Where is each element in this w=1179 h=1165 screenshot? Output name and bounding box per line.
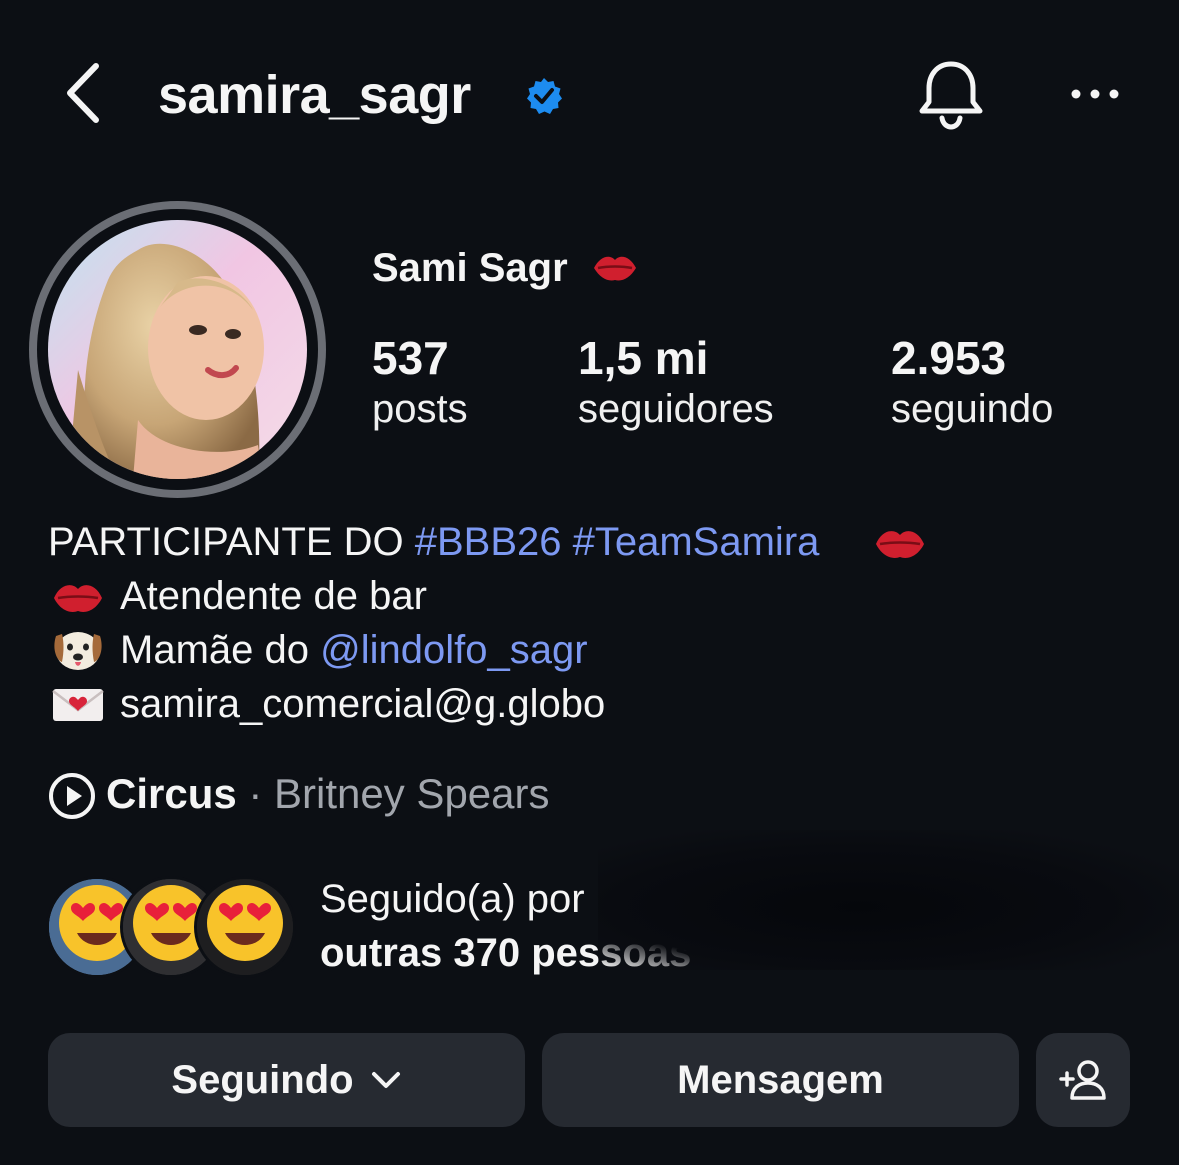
notifications-button[interactable] [915, 58, 987, 132]
stat-posts[interactable]: 537 posts [372, 332, 468, 434]
add-user-icon [1059, 1060, 1106, 1100]
redacted-area [598, 830, 1179, 970]
more-horizontal-icon [1071, 89, 1119, 99]
following-button-label: Seguindo [171, 1057, 354, 1102]
verified-badge-icon [527, 78, 562, 114]
heart-eyes-emoji-icon [197, 879, 293, 975]
chevron-down-icon [371, 1072, 400, 1088]
mutual-follower-avatar[interactable] [194, 876, 296, 978]
bio-line-4[interactable]: samira_comercial@g.globo [120, 678, 605, 730]
mention-lindolfo[interactable]: @lindolfo_sagr [320, 628, 587, 672]
following-button[interactable]: Seguindo [48, 1033, 525, 1127]
message-button-label: Mensagem [677, 1057, 884, 1102]
message-button[interactable]: Mensagem [542, 1033, 1019, 1127]
love-letter-icon [52, 689, 104, 721]
posts-count: 537 [372, 332, 449, 384]
avatar[interactable] [48, 220, 307, 479]
profile-music[interactable]: Circus · Britney Spears [106, 768, 550, 820]
bio-line-2: Atendente de bar [120, 574, 427, 618]
back-button[interactable] [60, 58, 110, 128]
music-artist: Britney Spears [274, 770, 550, 817]
stat-following[interactable]: 2.953 seguindo [891, 332, 1053, 434]
profile-username: samira_sagr [158, 65, 471, 125]
following-label: seguindo [891, 387, 1054, 431]
followers-label: seguidores [578, 387, 774, 431]
kiss-mark-icon [876, 531, 924, 558]
profile-photo [48, 220, 307, 479]
dog-face-icon [54, 632, 102, 670]
bell-icon [919, 61, 983, 130]
music-title: Circus [106, 770, 237, 817]
stat-followers[interactable]: 1,5 mi seguidores [578, 332, 774, 434]
music-separator: · [236, 770, 275, 817]
posts-label: posts [372, 387, 468, 431]
chevron-left-icon [67, 63, 99, 123]
bio-line-1: PARTICIPANTE DO #BBB26 #TeamSamira [48, 520, 820, 564]
following-count: 2.953 [891, 332, 1007, 384]
display-name: Sami Sagr [372, 246, 568, 290]
play-circle-icon[interactable] [48, 772, 96, 820]
kiss-mark-icon [54, 585, 102, 612]
more-options-button[interactable] [1068, 80, 1124, 108]
kiss-mark-icon [594, 256, 636, 281]
followers-count: 1,5 mi [578, 332, 709, 384]
bio-line-3: Mamãe do @lindolfo_sagr [120, 628, 588, 672]
suggested-users-button[interactable] [1036, 1033, 1130, 1127]
hashtag-teamsamira[interactable]: #TeamSamira [573, 520, 820, 564]
hashtag-bbb26[interactable]: #BBB26 [415, 520, 562, 564]
